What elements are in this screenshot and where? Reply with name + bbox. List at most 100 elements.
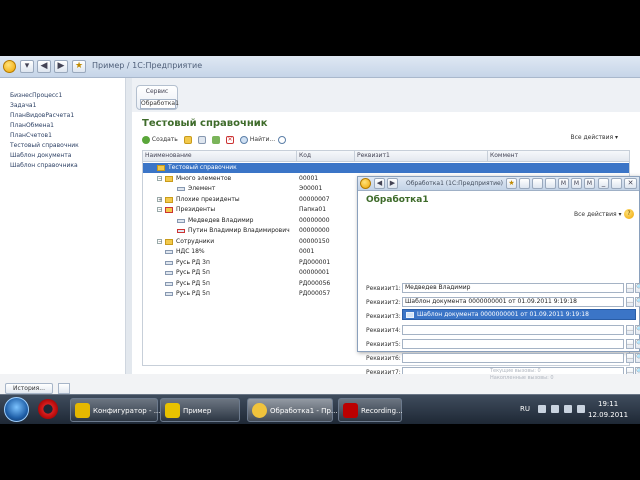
find-button[interactable]: Найти... xyxy=(240,134,275,145)
attr1-input[interactable]: Медведев Владимир xyxy=(402,283,624,293)
attr5-choose-button[interactable]: … xyxy=(626,339,634,349)
cell-code: 00000001 xyxy=(299,269,330,276)
server-calls-indicator: Текущие вызовы: 0 Накопленные вызовы: 0 xyxy=(490,368,574,384)
element-icon xyxy=(177,229,185,233)
forward-arrow-icon[interactable]: ▶ xyxy=(54,60,68,73)
taskbar-app-processing[interactable]: Обработка1 - Пр... xyxy=(247,398,338,422)
sidebar-item-task[interactable]: Задача1 xyxy=(10,102,36,109)
add-folder-button[interactable] xyxy=(184,134,192,145)
cell-code: 00000150 xyxy=(299,237,330,245)
cell-name: Сотрудники xyxy=(176,237,215,245)
clock-date[interactable]: 12.09.2011 xyxy=(588,411,628,419)
attr1-choose-button[interactable]: … xyxy=(626,283,634,293)
taskbar-app-example[interactable]: Пример xyxy=(160,398,240,422)
tab-processing1[interactable]: Обработка1 xyxy=(140,99,179,109)
opera-browser-icon[interactable] xyxy=(38,399,58,419)
app-titlebar: ▾ ◀ ▶ ★ Пример / 1С:Предприятие xyxy=(0,56,640,78)
keyboard-language[interactable]: RU xyxy=(520,405,530,413)
tray-icon-volume[interactable] xyxy=(564,405,572,413)
attr2-open-button[interactable]: 🔍 xyxy=(635,297,640,307)
app-title: Пример / 1С:Предприятие xyxy=(92,61,203,70)
menu-icon[interactable]: ▾ xyxy=(20,60,34,73)
element-icon xyxy=(165,260,173,265)
create-button[interactable]: Создать xyxy=(142,134,178,145)
table-row[interactable]: Тестовый справочник xyxy=(143,163,629,173)
attr6-choose-button[interactable]: … xyxy=(626,353,634,363)
attr4-open-button[interactable]: 🔍 xyxy=(635,325,640,335)
open-windows-tabs: Сервис Обработка1 xyxy=(132,78,640,112)
sidebar-item-calc-plan[interactable]: ПланВидовРасчета1 xyxy=(10,112,74,119)
attr2-input[interactable]: Шаблон документа 0000000001 от 01.09.201… xyxy=(402,297,624,307)
column-header-name[interactable]: Наименование xyxy=(145,152,192,159)
delete-x-icon: ✕ xyxy=(226,135,234,144)
sidebar-item-test-catalog[interactable]: Тестовый справочник xyxy=(10,142,79,149)
app-logo-icon[interactable] xyxy=(3,60,16,73)
attr5-open-button[interactable]: 🔍 xyxy=(635,339,640,349)
magnifier-icon xyxy=(278,135,286,144)
attr6-input[interactable] xyxy=(402,353,624,363)
service-info-icon[interactable] xyxy=(58,383,70,394)
collapse-icon[interactable]: − xyxy=(157,175,162,181)
taskbar-app-configurator[interactable]: Конфигуратор - ... xyxy=(70,398,160,422)
dialog-minimize-icon[interactable]: _ xyxy=(598,178,609,189)
sidebar-item-document-template[interactable]: Шаблон документа xyxy=(10,152,71,159)
dialog-back-icon[interactable]: ◀ xyxy=(374,178,385,189)
dialog-link-icon[interactable] xyxy=(519,178,530,189)
dialog-print-icon[interactable] xyxy=(532,178,543,189)
back-arrow-icon[interactable]: ◀ xyxy=(37,60,51,73)
history-button[interactable]: История... xyxy=(5,383,53,394)
tab-group-service[interactable]: Сервис Обработка1 xyxy=(136,85,179,110)
dialog-memory-mplus-button[interactable]: M xyxy=(571,178,582,189)
clock-time[interactable]: 19:11 xyxy=(598,400,618,408)
sidebar-item-chart-of-accounts[interactable]: ПланСчетов1 xyxy=(10,132,52,139)
attr4-choose-button[interactable]: … xyxy=(626,325,634,335)
cell-code: 00000000 xyxy=(299,216,330,224)
start-button-icon[interactable] xyxy=(4,397,29,422)
processing-dialog: ◀ ▶ Обработка1 (1С:Предприятие) ★ M M M … xyxy=(357,176,640,377)
dialog-forward-icon[interactable]: ▶ xyxy=(387,178,398,189)
dialog-calc-icon[interactable] xyxy=(545,178,556,189)
attr2-choose-button[interactable]: … xyxy=(626,297,634,307)
attr4-input[interactable] xyxy=(402,325,624,335)
attr2-autocomplete-option[interactable]: Шаблон документа 0000000001 от 01.09.201… xyxy=(402,309,636,320)
field-label-attr2: Реквизит2: xyxy=(366,299,401,306)
tray-icon-up[interactable] xyxy=(538,405,546,413)
dialog-all-actions-menu[interactable]: Все действия ▾ xyxy=(574,211,622,218)
attr6-open-button[interactable]: 🔍 xyxy=(635,353,640,363)
attr1-open-button[interactable]: 🔍 xyxy=(635,283,640,293)
attr5-input[interactable] xyxy=(402,339,624,349)
taskbar-app-label: Обработка1 - Пр... xyxy=(270,407,338,415)
help-icon[interactable]: ? xyxy=(624,209,634,219)
column-header-code[interactable]: Код xyxy=(299,152,311,159)
column-header-attr1[interactable]: Реквизит1 xyxy=(357,152,390,159)
tray-icon-flag[interactable] xyxy=(577,405,585,413)
tray-icon-network[interactable] xyxy=(551,405,559,413)
dialog-memory-m-button[interactable]: M xyxy=(558,178,569,189)
dialog-logo-icon[interactable] xyxy=(360,178,371,189)
dialog-favorites-star-icon[interactable]: ★ xyxy=(506,178,517,189)
favorites-star-icon[interactable]: ★ xyxy=(72,60,86,73)
copy-button[interactable] xyxy=(198,134,206,145)
sidebar-item-catalog-template[interactable]: Шаблон справочника xyxy=(10,162,78,169)
delete-button[interactable]: ✕ xyxy=(226,134,234,145)
taskbar-app-label: Пример xyxy=(183,407,212,415)
column-header-comment[interactable]: Коммент xyxy=(490,152,518,159)
element-icon xyxy=(177,187,185,191)
windows-taskbar: Конфигуратор - ... Пример Обработка1 - П… xyxy=(0,394,640,424)
collapse-icon[interactable]: − xyxy=(157,238,162,244)
sidebar-item-exchange-plan[interactable]: ПланОбмена1 xyxy=(10,122,54,129)
expand-icon[interactable]: + xyxy=(157,196,162,202)
edit-button[interactable] xyxy=(212,134,220,145)
search-button[interactable] xyxy=(278,134,286,145)
dialog-memory-mminus-button[interactable]: M xyxy=(584,178,595,189)
taskbar-app-recording[interactable]: Recording... xyxy=(338,398,403,422)
document-icon xyxy=(406,312,414,318)
catalog-all-actions-menu[interactable]: Все действия ▾ xyxy=(570,134,618,141)
cell-name: Русь РД 5п xyxy=(176,290,210,297)
collapse-icon[interactable]: − xyxy=(157,207,162,213)
dialog-close-icon[interactable]: ✕ xyxy=(624,178,637,189)
sidebar-item-businessprocess[interactable]: БизнесПроцесс1 xyxy=(10,92,62,99)
sections-panel: БизнесПроцесс1 Задача1 ПланВидовРасчета1… xyxy=(0,78,126,374)
folder-icon xyxy=(165,196,173,203)
dialog-maximize-icon[interactable] xyxy=(611,178,622,189)
